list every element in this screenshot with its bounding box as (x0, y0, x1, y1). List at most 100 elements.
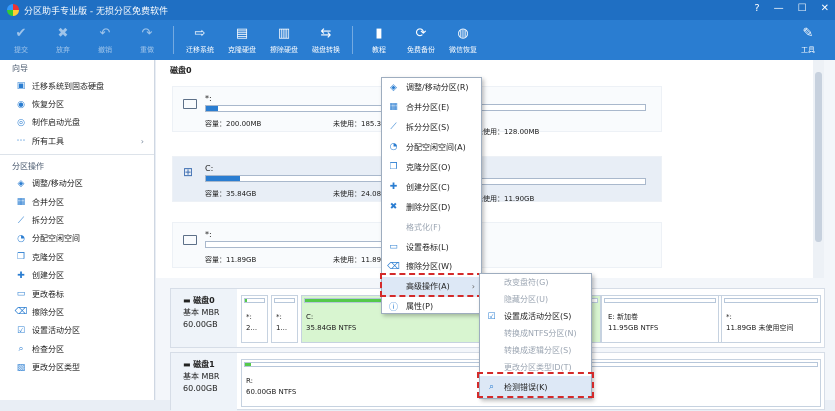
create-icon: ✚ (389, 181, 398, 192)
usage-fill (206, 176, 240, 181)
menu-item-format[interactable]: 格式化(F) (382, 217, 481, 237)
capacity-label: 容量：11.89GB (205, 256, 257, 264)
free-label: 未使用：24.08 (333, 190, 382, 198)
partition-block[interactable]: *: 1... (271, 295, 298, 343)
check-icon: ✔ (15, 25, 27, 41)
submenu-item-convert-logical[interactable]: 转换成逻辑分区(S) (480, 342, 591, 359)
help-icon[interactable]: ? (754, 3, 759, 14)
window-title: 分区助手专业版 - 无损分区免费软件 (24, 6, 168, 17)
backup-icon: ⟳ (415, 25, 427, 41)
menu-item-set-label[interactable]: ▭ 设置卷标(L) (382, 237, 481, 257)
undo-button[interactable]: ↶ 撤销 (84, 20, 126, 60)
highlight-check-errors (477, 372, 594, 398)
sidebar-item-split[interactable]: ⟋ 拆分分区 (0, 211, 154, 229)
free-label: 未使用：128.00MB (476, 128, 540, 136)
scrollbar-thumb[interactable] (815, 72, 822, 242)
chevron-right-icon: › (140, 136, 144, 146)
menu-item-delete[interactable]: ✖ 删除分区(D) (382, 197, 481, 217)
sidebar-item-migrate-ssd[interactable]: ▣ 迁移系统到固态硬盘 (0, 77, 154, 95)
sidebar-item-recover-partition[interactable]: ◉ 恢复分区 (0, 95, 154, 113)
sidebar-divider (0, 153, 154, 155)
vertical-scrollbar[interactable] (813, 60, 824, 278)
sidebar: 向导 ▣ 迁移系统到固态硬盘 ◉ 恢复分区 ◎ 制作启动光盘 ⋯ 所有工具 › 分区操作 … (0, 60, 155, 400)
usage-bar (205, 241, 385, 248)
check-mark-icon: ☑ (487, 311, 496, 322)
sidebar-item-clone[interactable]: ❐ 克隆分区 (0, 248, 154, 266)
sidebar-item-allocate[interactable]: ◔ 分配空闲空间 (0, 230, 154, 248)
toolbar-divider (173, 26, 174, 54)
menu-item-properties[interactable]: ⓘ 属性(P) (382, 297, 481, 317)
discard-button[interactable]: ✖ 放弃 (42, 20, 84, 60)
submenu-item-hide[interactable]: 隐藏分区(U) (480, 291, 591, 308)
wrench-icon: ✎ (802, 25, 814, 41)
block-label: *: (276, 313, 282, 321)
wechat-icon: ◍ (457, 25, 469, 41)
redo-button[interactable]: ↷ 重做 (126, 20, 168, 60)
menu-item-create[interactable]: ✚ 创建分区(C) (382, 177, 481, 197)
disk-header: 磁盘0 (170, 66, 192, 75)
menu-item-resize[interactable]: ◈ 调整/移动分区(R) (382, 78, 481, 98)
allocate-icon: ◔ (17, 233, 25, 244)
close-window-icon[interactable]: ✕ (821, 3, 829, 14)
close-icon: ✖ (57, 25, 69, 41)
merge-icon: ▦ (389, 102, 398, 113)
menu-item-split[interactable]: ⟋ 拆分分区(S) (382, 118, 481, 138)
submenu-item-change-letter[interactable]: 改变盘符(G) (480, 274, 591, 291)
block-label: *: (726, 313, 732, 321)
free-label: 未使用：185.3 (333, 120, 382, 128)
free-label: 未使用：11.89 (333, 256, 382, 264)
wipe-disk-button[interactable]: ▥ 擦除硬盘 (263, 20, 305, 60)
sidebar-item-set-active[interactable]: ☑ 设置活动分区 (0, 322, 154, 340)
split-icon: ⟋ (390, 122, 397, 133)
label-icon: ▭ (389, 241, 398, 252)
migrate-icon: ⇨ (194, 25, 206, 41)
convert-disk-button[interactable]: ⇆ 磁盘转换 (305, 20, 347, 60)
block-info: 11.89GB 未使用空间 (726, 324, 794, 332)
sidebar-item-check[interactable]: ⌕ 检查分区 (0, 340, 154, 358)
partition-block[interactable]: *: 11.89GB 未使用空间 (721, 295, 821, 343)
disc-icon: ◎ (17, 117, 25, 128)
merge-icon: ▦ (16, 197, 26, 208)
disk-label: ▬ 磁盘1 基本 MBR 60.00GB (171, 353, 237, 411)
tools-button[interactable]: ✎ 工具 (787, 20, 829, 60)
partition-block[interactable]: *: 2... (241, 295, 268, 343)
partition-block[interactable]: E: 新加卷 11.95GB NTFS (601, 295, 719, 343)
check-mark-icon: ☑ (16, 325, 26, 336)
disk-size: 60.00GB (183, 320, 218, 329)
sidebar-item-create[interactable]: ✚ 创建分区 (0, 267, 154, 285)
capacity-label: 容量：200.00MB (205, 120, 262, 128)
tutorial-button[interactable]: ▮ 教程 (358, 20, 400, 60)
submit-button[interactable]: ✔ 提交 (0, 20, 42, 60)
sidebar-item-change-type[interactable]: ▧ 更改分区类型 (0, 358, 154, 376)
menu-item-allocate[interactable]: ◔ 分配空闲空间(A) (382, 138, 481, 158)
sidebar-item-all-tools[interactable]: ⋯ 所有工具 › (0, 132, 154, 150)
highlight-advanced-ops (380, 273, 483, 297)
clone-disk-button[interactable]: ▤ 克隆硬盘 (221, 20, 263, 60)
sidebar-header-partition-ops: 分区操作 (12, 161, 44, 171)
maximize-icon[interactable]: ☐ (798, 3, 807, 14)
windows-icon: ⊞ (183, 165, 194, 179)
disk-type: 基本 MBR (183, 372, 220, 381)
wipe-disk-icon: ▥ (277, 25, 291, 41)
minimize-icon[interactable]: — (774, 3, 784, 14)
wipe-icon: ⌫ (14, 307, 28, 318)
usage-fill (206, 106, 219, 111)
info-icon: ⓘ (388, 302, 398, 313)
wechat-recovery-button[interactable]: ◍ 微信恢复 (442, 20, 484, 60)
sidebar-item-change-label[interactable]: ▭ 更改卷标 (0, 285, 154, 303)
menu-item-merge[interactable]: ▦ 合并分区(E) (382, 98, 481, 118)
drive-icon (183, 235, 197, 245)
recover-icon: ◉ (17, 99, 25, 110)
free-backup-button[interactable]: ⟳ 免费备份 (400, 20, 442, 60)
sidebar-item-merge[interactable]: ▦ 合并分区 (0, 193, 154, 211)
migrate-system-button[interactable]: ⇨ 迁移系统 (179, 20, 221, 60)
sidebar-item-boot-disc[interactable]: ◎ 制作启动光盘 (0, 114, 154, 132)
submenu-item-set-active[interactable]: ☑ 设置成活动分区(S) (480, 308, 591, 325)
disk-small-icon: ▬ (183, 296, 194, 305)
disk-name: 磁盘0 (193, 296, 215, 305)
submenu-item-convert-ntfs[interactable]: 转换成NTFS分区(N) (480, 325, 591, 342)
sidebar-item-wipe[interactable]: ⌫ 擦除分区 (0, 303, 154, 321)
menu-item-clone[interactable]: ❐ 克隆分区(O) (382, 158, 481, 178)
delete-icon: ✖ (389, 201, 398, 212)
sidebar-item-resize[interactable]: ◈ 调整/移动分区 (0, 175, 154, 193)
